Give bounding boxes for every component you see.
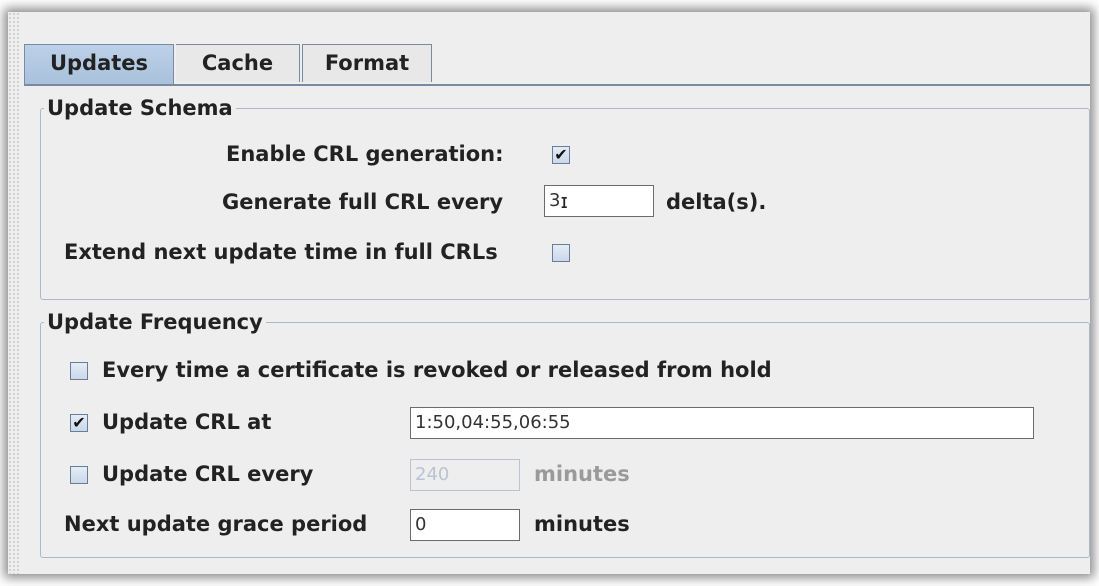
full-crl-interval-input[interactable]: 3ɪ [544, 185, 654, 217]
delta-unit-label: delta(s). [666, 190, 767, 214]
update-frequency-title: Update Frequency [44, 310, 266, 334]
extend-update-checkbox[interactable] [552, 244, 570, 262]
update-crl-at-checkbox[interactable]: ✔ [70, 414, 88, 432]
tab-cache[interactable]: Cache [176, 44, 300, 82]
enable-crl-label: Enable CRL generation: [226, 142, 504, 166]
tab-updates[interactable]: Updates [24, 44, 174, 84]
extend-update-label: Extend next update time in full CRLs [64, 240, 498, 264]
grace-unit-label: minutes [534, 512, 630, 536]
tab-format[interactable]: Format [302, 44, 432, 82]
grace-period-input[interactable]: 0 [410, 509, 520, 541]
text-cursor-icon: ɪ [560, 189, 568, 213]
update-crl-every-label: Update CRL every [102, 462, 314, 486]
update-every-unit-label: minutes [534, 462, 630, 486]
enable-crl-checkbox[interactable]: ✔ [552, 146, 570, 164]
every-revoke-label: Every time a certificate is revoked or r… [102, 358, 772, 382]
update-crl-at-label: Update CRL at [102, 410, 272, 434]
full-crl-label: Generate full CRL every [222, 190, 504, 214]
update-schema-title: Update Schema [44, 96, 236, 120]
check-icon: ✔ [554, 145, 568, 164]
update-crl-every-input[interactable]: 240 [410, 459, 520, 491]
check-icon: ✔ [72, 413, 86, 432]
window-edge-decoration [8, 12, 20, 574]
grace-period-label: Next update grace period [64, 512, 368, 536]
update-crl-at-input[interactable]: 1:50,04:55,06:55 [410, 407, 1034, 439]
crl-settings-window: Updates Cache Format Update Schema Enabl… [8, 12, 1090, 574]
every-revoke-checkbox[interactable] [70, 362, 88, 380]
full-crl-interval-value: 3 [549, 190, 561, 211]
tab-bar: Updates Cache Format [24, 44, 1090, 86]
update-crl-every-checkbox[interactable] [70, 466, 88, 484]
